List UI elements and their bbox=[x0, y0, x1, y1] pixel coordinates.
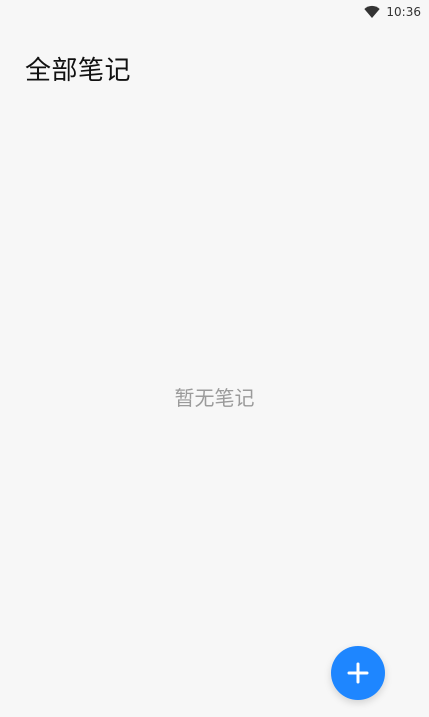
empty-state-text: 暂无笔记 bbox=[174, 386, 255, 410]
plus-icon bbox=[347, 662, 369, 684]
status-time: 10:36 bbox=[386, 5, 421, 19]
add-note-button[interactable] bbox=[331, 646, 385, 700]
status-bar: 10:36 bbox=[0, 0, 429, 24]
wifi-icon bbox=[364, 5, 381, 18]
page-title: 全部笔记 bbox=[25, 56, 132, 86]
